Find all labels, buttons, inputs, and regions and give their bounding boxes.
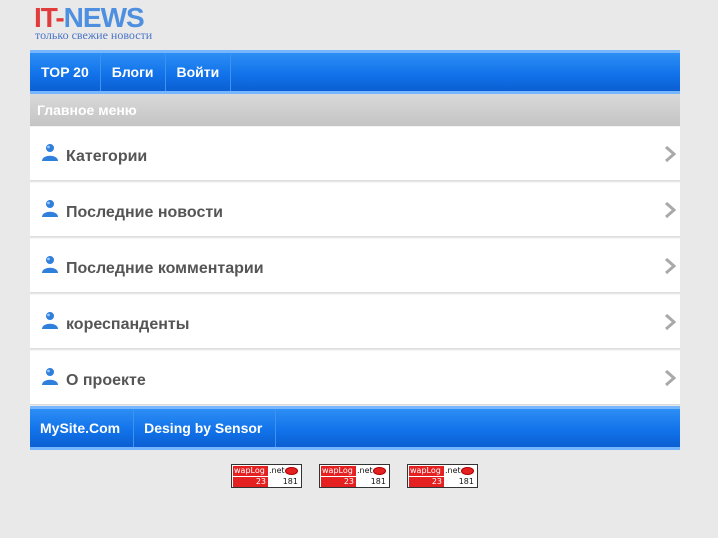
counter-brand: wapLog [321, 466, 356, 476]
eye-icon [373, 467, 386, 475]
counter-domain: .net [445, 466, 461, 475]
menu-item-latest-comments[interactable]: Последние комментарии [30, 238, 680, 293]
counter-today: 23 [233, 477, 268, 487]
site-logo[interactable]: IT-NEWS только свежие новости [34, 4, 234, 44]
main-menu: Категории Последние новости Последние ко… [30, 126, 680, 406]
menu-item-label: О проекте [66, 372, 146, 389]
eye-icon [461, 467, 474, 475]
user-icon [42, 256, 58, 273]
footer-link-mysite[interactable]: MySite.Com [30, 409, 135, 447]
menu-item-label: кореспанденты [66, 316, 190, 333]
counter-badge[interactable]: wapLog .net 23 181 [231, 464, 302, 488]
chevron-right-icon [665, 257, 676, 275]
chevron-right-icon [665, 313, 676, 331]
menu-item-label: Категории [66, 148, 148, 165]
menu-item-latest-news[interactable]: Последние новости [30, 182, 680, 237]
chevron-right-icon [665, 201, 676, 219]
footer-link-design[interactable]: Desing by Sensor [134, 409, 277, 447]
counter-badge[interactable]: wapLog .net 23 181 [319, 464, 390, 488]
counter-brand: wapLog [409, 466, 444, 476]
counter-brand: wapLog [233, 466, 268, 476]
counter-total: 181 [458, 477, 474, 486]
user-icon [42, 312, 58, 329]
user-icon [42, 368, 58, 385]
top-navigation: TOP 20 Блоги Войти [30, 50, 680, 94]
menu-item-label: Последние комментарии [66, 260, 264, 277]
chevron-right-icon [665, 145, 676, 163]
footer-navigation: MySite.Com Desing by Sensor [30, 406, 680, 450]
counter-today: 23 [321, 477, 356, 487]
user-icon [42, 144, 58, 161]
nav-top20[interactable]: TOP 20 [30, 53, 101, 91]
menu-item-correspondents[interactable]: кореспанденты [30, 294, 680, 349]
chevron-right-icon [665, 369, 676, 387]
counter-badge[interactable]: wapLog .net 23 181 [407, 464, 478, 488]
counter-today: 23 [409, 477, 444, 487]
counter-badges: wapLog .net 23 181 wapLog .net 23 181 wa… [231, 464, 491, 490]
counter-domain: .net [269, 466, 285, 475]
logo-tagline: только свежие новости [35, 28, 153, 42]
user-icon [42, 200, 58, 217]
nav-blogs[interactable]: Блоги [101, 53, 166, 91]
menu-item-about[interactable]: О проекте [30, 350, 680, 405]
eye-icon [285, 467, 298, 475]
counter-domain: .net [357, 466, 373, 475]
menu-item-label: Последние новости [66, 204, 224, 221]
counter-total: 181 [282, 477, 298, 486]
menu-item-categories[interactable]: Категории [30, 126, 680, 181]
section-title: Главное меню [30, 94, 680, 126]
counter-total: 181 [370, 477, 386, 486]
nav-login[interactable]: Войти [166, 53, 232, 91]
